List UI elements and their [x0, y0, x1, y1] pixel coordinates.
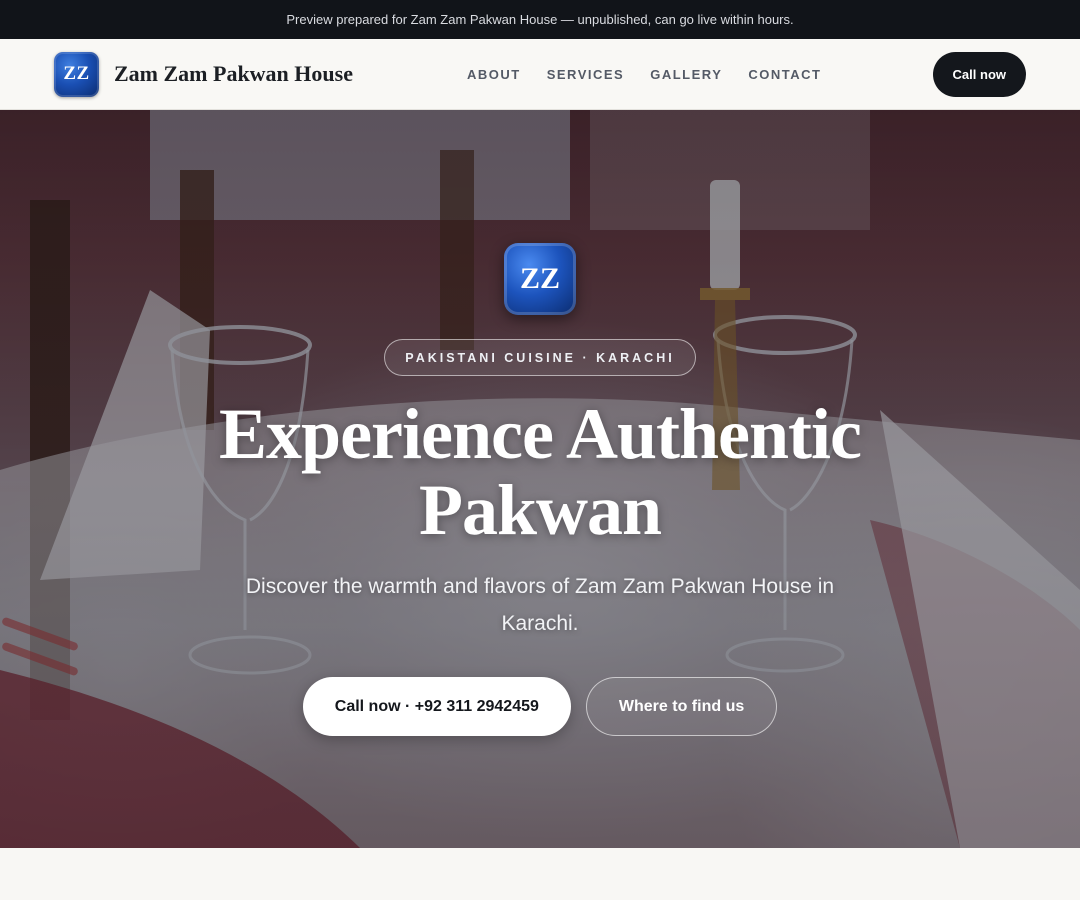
- call-now-button[interactable]: Call now · +92 311 2942459: [302, 677, 571, 736]
- nav-contact[interactable]: CONTACT: [748, 67, 821, 82]
- hero-logo: ZZ: [504, 243, 576, 315]
- hero-cta-row: Call now · +92 311 2942459 Where to find…: [302, 677, 778, 736]
- nav-about[interactable]: ABOUT: [467, 67, 521, 82]
- brand-logo-text: ZZ: [63, 63, 90, 84]
- nav-gallery[interactable]: GALLERY: [650, 67, 722, 82]
- brand-logo[interactable]: ZZ: [54, 51, 99, 97]
- hero-title: Experience Authentic Pakwan: [219, 394, 862, 550]
- nav-services[interactable]: SERVICES: [547, 67, 625, 82]
- hero-subtitle: Discover the warmth and flavors of Zam Z…: [245, 575, 835, 635]
- hero-logo-text: ZZ: [519, 262, 561, 295]
- preview-banner: Preview prepared for Zam Zam Pakwan Hous…: [0, 0, 1080, 39]
- preview-banner-text: Preview prepared for Zam Zam Pakwan Hous…: [286, 12, 794, 27]
- brand-name[interactable]: Zam Zam Pakwan House: [114, 61, 353, 87]
- site-header: ZZ Zam Zam Pakwan House ABOUT SERVICES G…: [0, 39, 1080, 110]
- brand[interactable]: ZZ Zam Zam Pakwan House: [54, 51, 353, 97]
- main-nav: ABOUT SERVICES GALLERY CONTACT: [467, 39, 847, 109]
- where-to-find-us-button[interactable]: Where to find us: [585, 677, 778, 736]
- hero-section: ZZ PAKISTANI CUISINE · KARACHI Experienc…: [0, 110, 1080, 848]
- cuisine-badge-text: PAKISTANI CUISINE · KARACHI: [405, 350, 675, 365]
- cuisine-badge: PAKISTANI CUISINE · KARACHI: [384, 339, 696, 376]
- header-call-button[interactable]: Call now: [932, 52, 1026, 97]
- hero-content: ZZ PAKISTANI CUISINE · KARACHI Experienc…: [0, 110, 1080, 736]
